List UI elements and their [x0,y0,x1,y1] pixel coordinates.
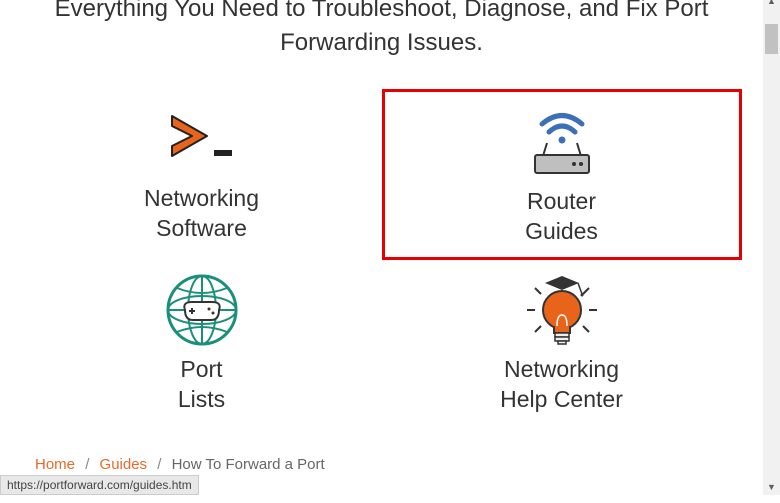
router-icon [517,102,607,182]
card-title: Networking Software [144,184,259,244]
card-title: Port Lists [178,355,225,415]
breadcrumb-separator: / [157,456,161,473]
breadcrumb-current: How To Forward a Port [172,456,325,473]
scrollbar-thumb[interactable] [765,24,778,54]
lightbulb-grad-icon [517,270,607,350]
globe-controller-icon [157,270,247,350]
card-router-guides[interactable]: Router Guides [382,89,742,260]
breadcrumb-guides[interactable]: Guides [100,456,148,473]
status-bar-url: https://portforward.com/guides.htm [0,475,199,495]
networking-software-icon [157,99,247,179]
card-networking-software[interactable]: Networking Software [22,89,382,260]
card-title: Networking Help Center [500,355,623,415]
breadcrumb: Home / Guides / How To Forward a Port [35,456,325,473]
scrollbar-down-arrow[interactable]: ▼ [763,478,780,495]
card-networking-help-center[interactable]: Networking Help Center [382,260,742,425]
vertical-scrollbar[interactable]: ▲ ▼ [763,0,780,495]
card-port-lists[interactable]: Port Lists [22,260,382,425]
page-subtitle: Everything You Need to Troubleshoot, Dia… [0,0,763,59]
breadcrumb-home[interactable]: Home [35,456,75,473]
card-title: Router Guides [525,187,598,247]
breadcrumb-separator: / [85,456,89,473]
scrollbar-up-arrow[interactable]: ▲ [763,0,780,9]
cards-grid: Networking Software Route [22,89,742,425]
